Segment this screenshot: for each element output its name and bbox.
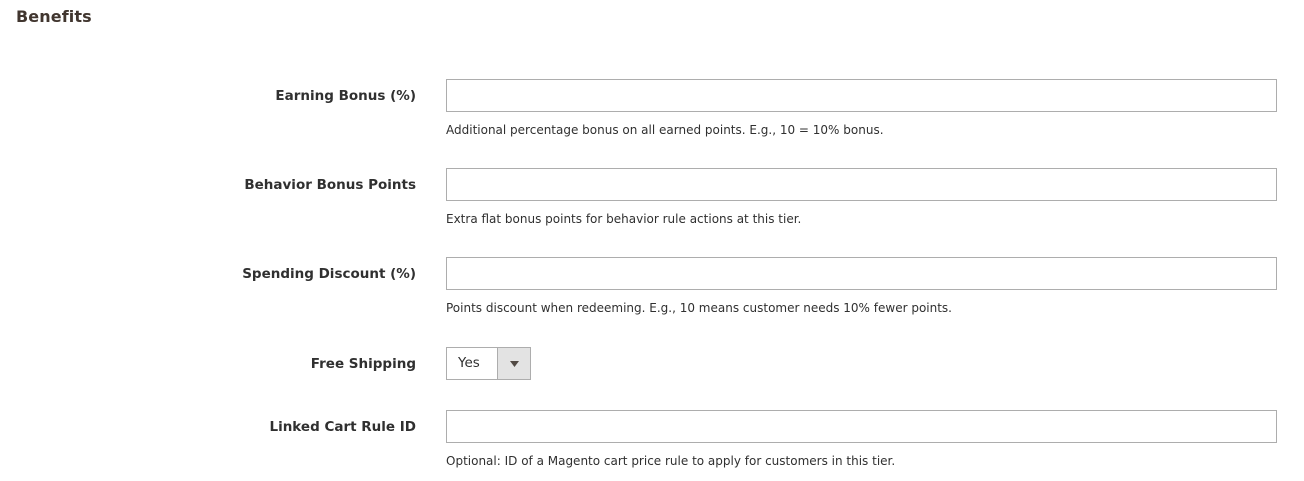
spending-discount-label: Spending Discount (%) (242, 266, 416, 282)
linked-cart-rule-id-label: Linked Cart Rule ID (269, 419, 416, 435)
earning-bonus-label: Earning Bonus (%) (275, 88, 416, 104)
free-shipping-select[interactable]: Yes (446, 347, 531, 380)
triangle-down-icon (509, 360, 519, 367)
linked-cart-rule-id-note: Optional: ID of a Magento cart price rul… (446, 454, 896, 468)
free-shipping-selected-value: Yes (458, 355, 480, 371)
spending-discount-input[interactable] (446, 257, 1277, 290)
linked-cart-rule-id-input[interactable] (446, 410, 1277, 443)
earning-bonus-note: Additional percentage bonus on all earne… (446, 123, 884, 137)
dropdown-toggle[interactable] (497, 348, 530, 379)
section-title: Benefits (16, 7, 92, 26)
behavior-bonus-points-label: Behavior Bonus Points (244, 177, 416, 193)
benefits-fieldset: Benefits Earning Bonus (%) Additional pe… (0, 0, 1304, 481)
behavior-bonus-points-input[interactable] (446, 168, 1277, 201)
behavior-bonus-points-note: Extra flat bonus points for behavior rul… (446, 212, 802, 226)
spending-discount-note: Points discount when redeeming. E.g., 10… (446, 301, 952, 315)
free-shipping-label: Free Shipping (310, 356, 416, 372)
earning-bonus-input[interactable] (446, 79, 1277, 112)
